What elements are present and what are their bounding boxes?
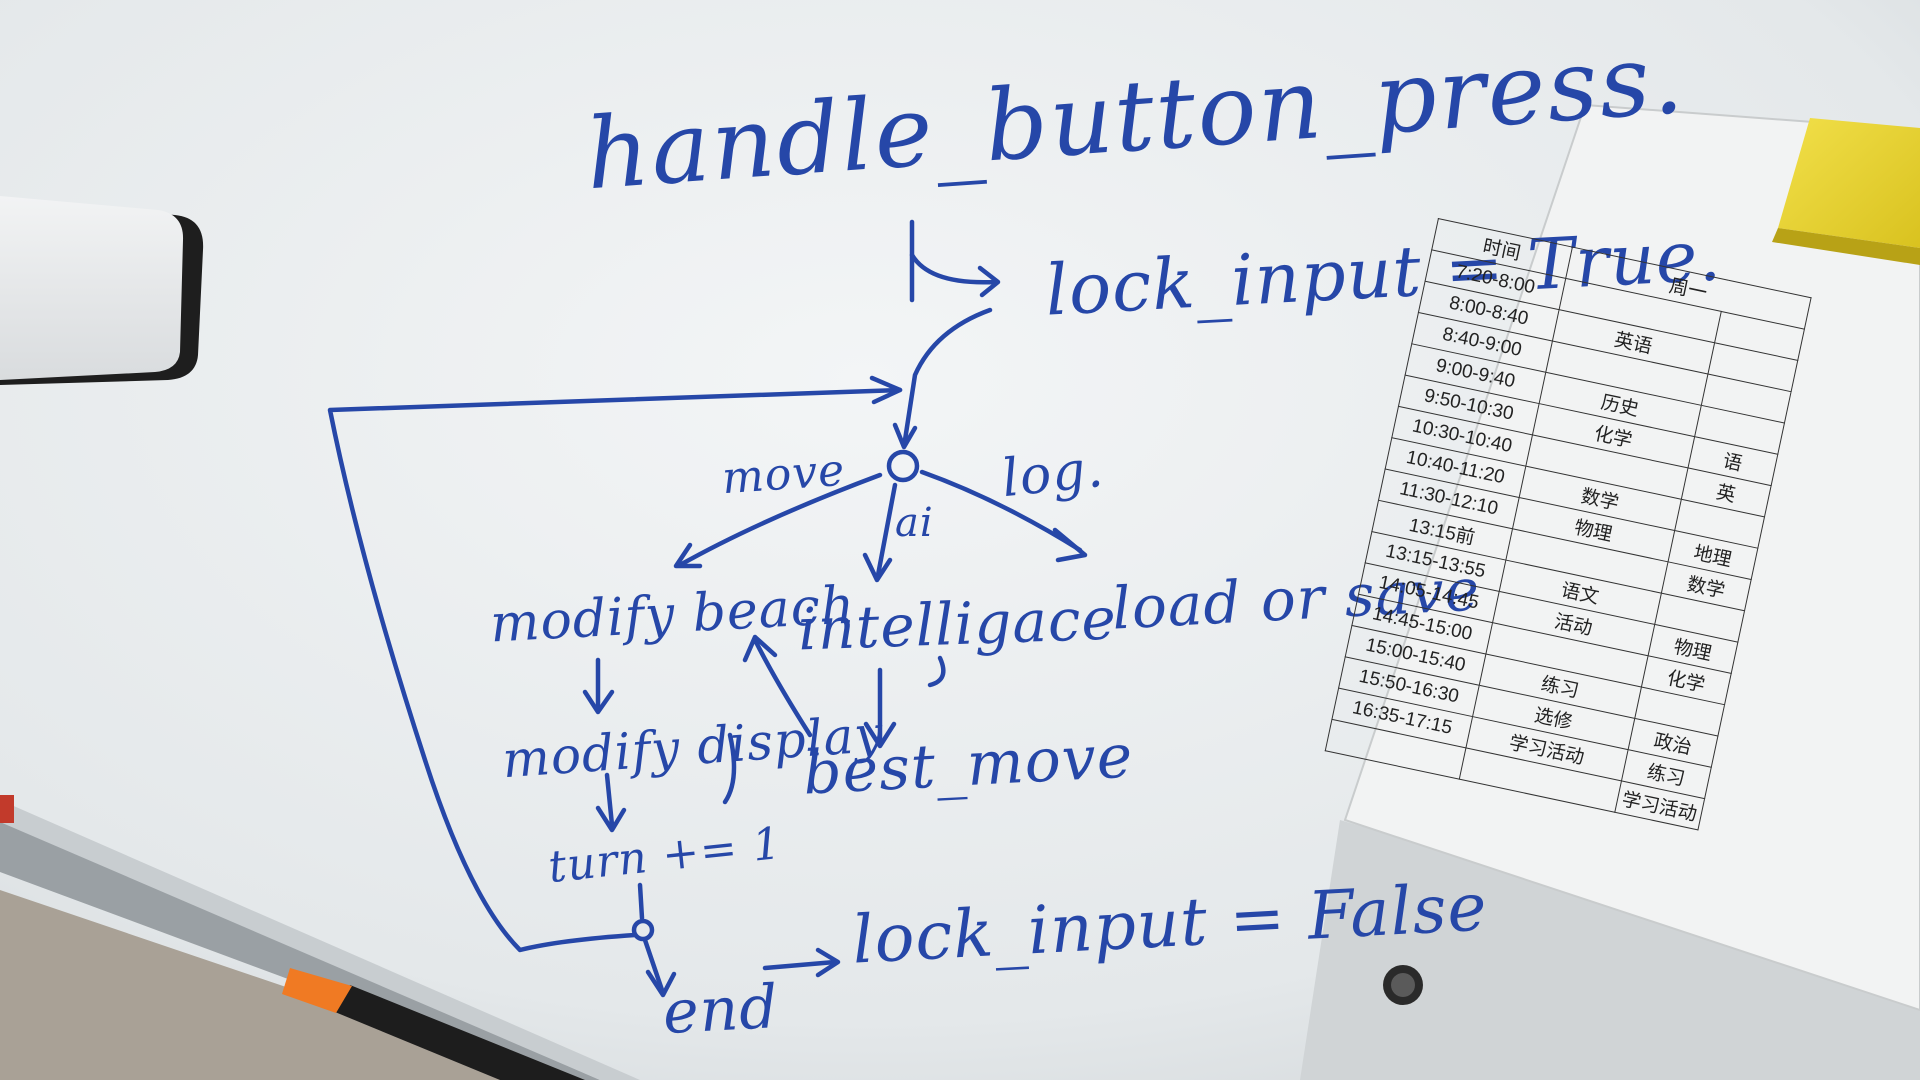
log-edge-label: log.	[999, 438, 1107, 510]
end-node: end	[661, 972, 781, 1048]
eraser[interactable]	[0, 196, 204, 385]
intelligence-node: intelligace	[796, 584, 1118, 664]
move-edge-label: move	[720, 444, 847, 505]
ai-edge-label: ai	[895, 500, 934, 546]
red-marker-cap[interactable]	[0, 795, 14, 823]
